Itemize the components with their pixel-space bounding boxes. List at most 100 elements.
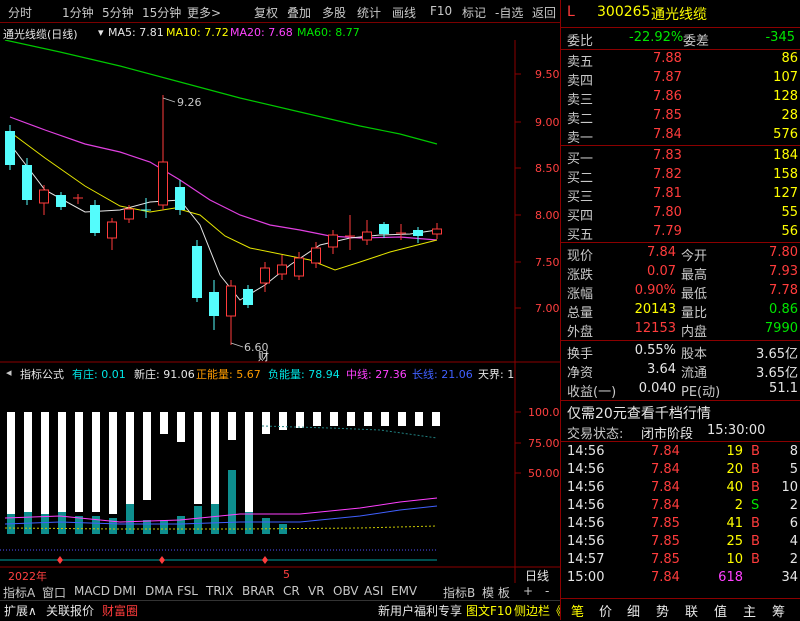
fuquan-button[interactable]: 复权 <box>254 4 278 21</box>
add-window-button[interactable]: + <box>523 584 533 600</box>
ask-price[interactable]: 7.87 <box>653 70 682 85</box>
finance-marker-icon[interactable]: 财 <box>258 349 269 363</box>
period-tab-fenshi[interactable]: 分时 <box>8 4 32 21</box>
indicator-funengliang: 负能量: 78.94 <box>268 368 340 381</box>
tick-count: 6 <box>789 516 798 531</box>
tick-count: 34 <box>781 570 798 585</box>
remove-favorite-button[interactable]: -自选 <box>495 4 523 21</box>
ma10-line <box>9 131 438 271</box>
new-user-promo[interactable]: 新用户福利专享 <box>378 602 462 620</box>
tick-count: 2 <box>789 498 798 513</box>
bid-volume: 55 <box>781 205 798 220</box>
bid-volume: 184 <box>773 148 798 163</box>
right-tab-lian[interactable]: 联 <box>685 601 698 620</box>
ask-price[interactable]: 7.85 <box>653 108 682 123</box>
tab-dmi[interactable]: DMI <box>113 584 136 600</box>
indicator-tianjie: 天界: 1 <box>478 368 515 381</box>
tick-row: 15:00 7.84 618 34 <box>561 569 800 588</box>
right-tab-jia[interactable]: 价 <box>599 601 612 620</box>
related-quote-tab[interactable]: 关联报价 <box>46 602 94 620</box>
quote-value: 0.86 <box>769 302 798 317</box>
ask-price[interactable]: 7.88 <box>653 51 682 66</box>
right-tab-shi[interactable]: 势 <box>656 601 669 620</box>
bid-price[interactable]: 7.80 <box>653 205 682 220</box>
right-tab-bi[interactable]: 笔 <box>571 601 584 620</box>
right-tab-xi[interactable]: 细 <box>627 601 640 620</box>
tick-row: 14:56 7.84 2 S 2 <box>561 497 800 516</box>
statistics-button[interactable]: 统计 <box>357 4 381 21</box>
tick-count: 10 <box>781 480 798 495</box>
period-tab-1min[interactable]: 1分钟 <box>62 4 94 21</box>
kline-chart[interactable]: 9.50 9.00 8.50 8.00 7.50 7.00 9.26 6.60 … <box>0 40 560 585</box>
tab-window[interactable]: 窗口 <box>42 584 66 600</box>
tick-price: 7.84 <box>651 480 680 495</box>
right-tab-zhi[interactable]: 值 <box>714 601 727 620</box>
tab-macd[interactable]: MACD <box>74 584 110 600</box>
period-label[interactable]: 日线 <box>525 567 549 584</box>
fund-value: 3.65亿 <box>756 366 798 381</box>
bid-label: 买四 <box>567 209 594 224</box>
f10-button[interactable]: F10 <box>430 4 452 18</box>
tab-asi[interactable]: ASI <box>364 584 383 600</box>
draw-line-button[interactable]: 画线 <box>392 4 416 21</box>
tab-trix[interactable]: TRIX <box>206 584 233 600</box>
chart-arrow-icon[interactable]: ▾ <box>98 26 104 39</box>
trade-status-time: 15:30:00 <box>707 423 766 438</box>
indicator-tick: 50.00 <box>528 467 560 480</box>
right-tab-bar: 笔 价 细 势 联 值 主 筹 <box>561 600 800 620</box>
bottom-bar: 扩展∧ 关联报价 财富圈 新用户福利专享 图文F10 侧边栏《 <box>0 600 562 621</box>
tab-obv[interactable]: OBV <box>333 584 359 600</box>
level2-promo[interactable]: 仅需20元查看千档行情 <box>567 403 711 423</box>
quote-label: 内盘 <box>681 325 708 340</box>
bid-price[interactable]: 7.79 <box>653 224 682 239</box>
x-axis-year: 2022年 <box>8 570 47 583</box>
tick-price: 7.84 <box>651 462 680 477</box>
sidebar-toggle[interactable]: 侧边栏《 <box>514 602 562 620</box>
mark-button[interactable]: 标记 <box>462 4 486 21</box>
tick-price: 7.85 <box>651 552 680 567</box>
expand-button[interactable]: 扩展∧ <box>4 602 37 620</box>
fund-value: 0.55% <box>634 343 676 358</box>
indicator-zhongxian: 中线: 27.36 <box>346 368 407 381</box>
ask-volume: 28 <box>781 108 798 123</box>
multi-stock-button[interactable]: 多股 <box>322 4 346 21</box>
period-tab-more[interactable]: 更多> <box>187 4 221 21</box>
indicator-name[interactable]: 指标公式 <box>20 366 64 382</box>
overlay-button[interactable]: 叠加 <box>287 4 311 21</box>
tab-dma[interactable]: DMA <box>145 584 173 600</box>
bid-price[interactable]: 7.82 <box>653 167 682 182</box>
tick-row: 14:56 7.85 25 B 4 <box>561 533 800 552</box>
bid-price[interactable]: 7.81 <box>653 186 682 201</box>
quote-label: 涨幅 <box>567 287 594 302</box>
ask-price[interactable]: 7.84 <box>653 127 682 142</box>
ask-price[interactable]: 7.86 <box>653 89 682 104</box>
bid-label: 买五 <box>567 228 594 243</box>
wealth-circle-tab[interactable]: 财富圈 <box>102 602 138 620</box>
back-button[interactable]: 返回 <box>532 4 556 21</box>
weibi-value: -22.92% <box>629 30 684 45</box>
bid-label: 买三 <box>567 190 594 205</box>
remove-window-button[interactable]: - <box>545 584 549 600</box>
tick-time: 14:56 <box>567 462 605 477</box>
tab-brar[interactable]: BRAR <box>242 584 275 600</box>
tab-vr[interactable]: VR <box>308 584 325 600</box>
price-tick: 7.50 <box>535 256 560 269</box>
price-tick: 8.00 <box>535 209 560 222</box>
tick-row: 14:57 7.85 10 B 2 <box>561 551 800 570</box>
quote-label: 涨跌 <box>567 268 594 283</box>
tab-template[interactable]: 模 板 <box>482 584 510 600</box>
right-tab-chou[interactable]: 筹 <box>772 601 785 620</box>
period-tab-15min[interactable]: 15分钟 <box>142 4 181 21</box>
bid-price[interactable]: 7.83 <box>653 148 682 163</box>
tab-indicator-b[interactable]: 指标B <box>443 584 475 600</box>
period-tab-5min[interactable]: 5分钟 <box>102 4 134 21</box>
f10-graphic-tab[interactable]: 图文F10 <box>466 602 512 620</box>
right-tab-zhu[interactable]: 主 <box>743 601 756 620</box>
tab-indicator-a[interactable]: 指标A <box>3 584 35 600</box>
indicator-dropdown-icon[interactable]: ◂ <box>6 366 12 379</box>
tick-time: 15:00 <box>567 570 605 585</box>
tab-emv[interactable]: EMV <box>391 584 417 600</box>
tab-fsl[interactable]: FSL <box>177 584 198 600</box>
tab-cr[interactable]: CR <box>283 584 300 600</box>
ma10-label: MA10: 7.72 <box>166 26 229 39</box>
